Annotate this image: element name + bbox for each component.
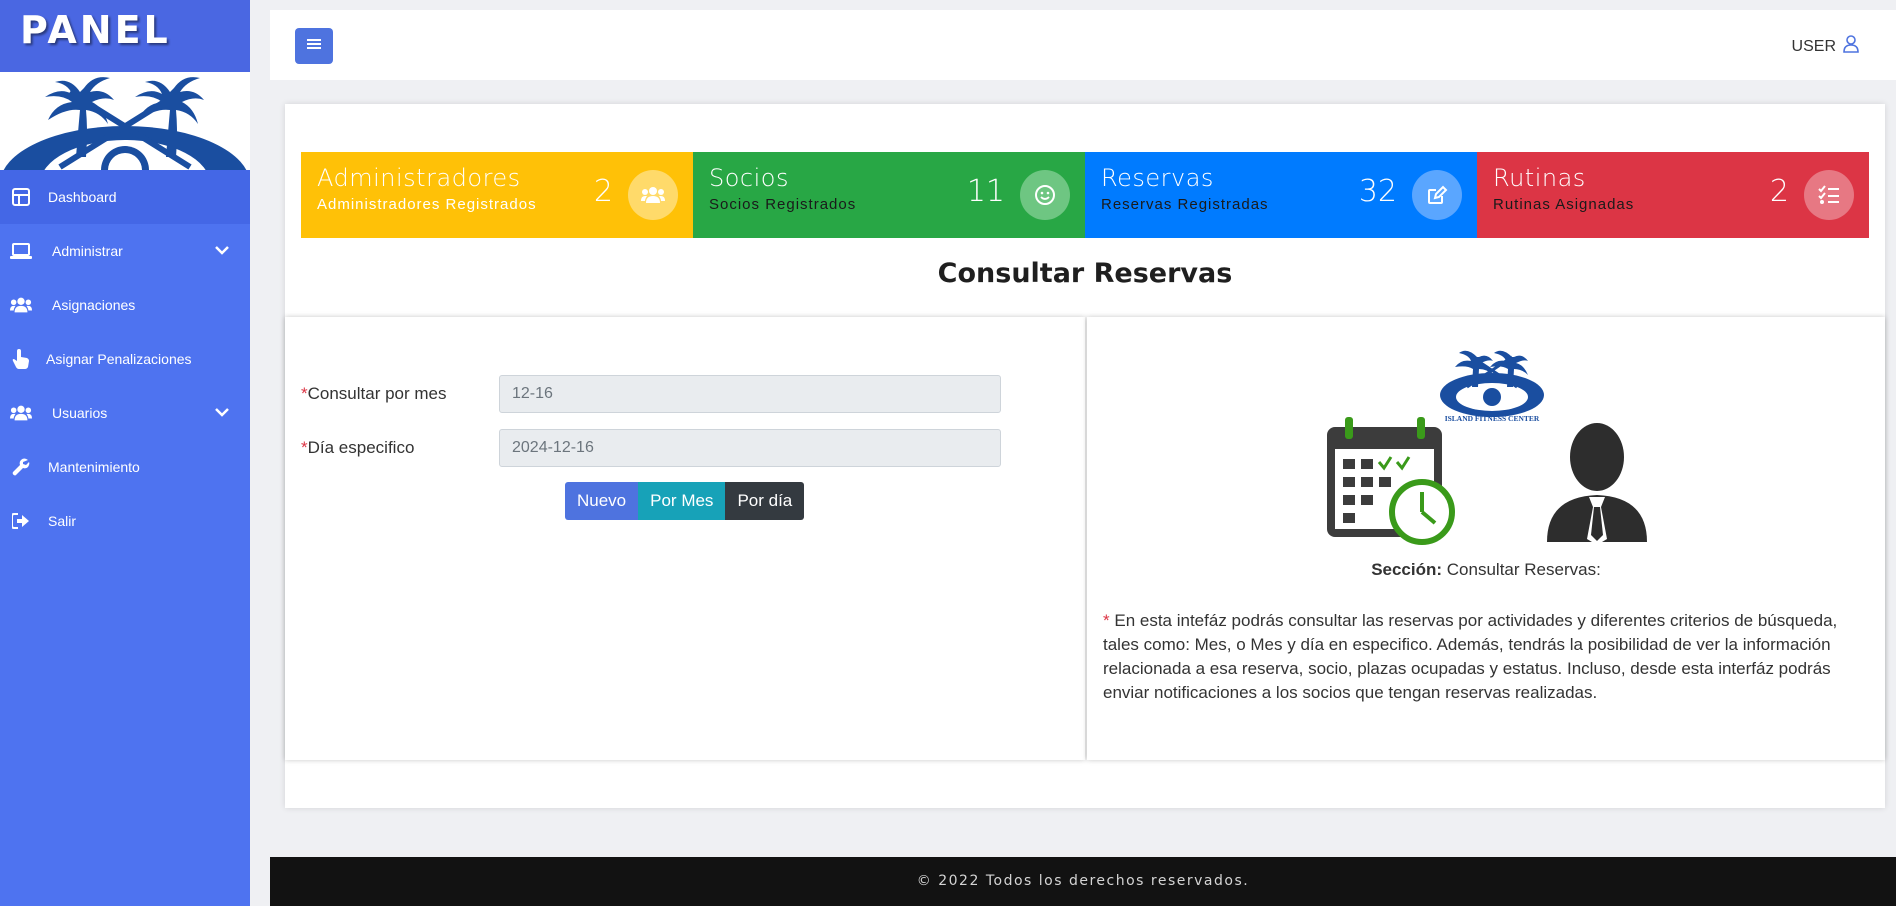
search-form-panel: *Consultar por mes *Día especifico Nuevo… [285, 317, 1085, 760]
stat-title: Socios [709, 164, 789, 192]
day-input[interactable] [499, 429, 1001, 467]
section-description: * En esta intefáz podrás consultar las r… [1103, 609, 1873, 705]
page-title: Consultar Reservas [937, 258, 1233, 289]
sidebar-item-asignaciones[interactable]: Asignaciones [0, 278, 250, 332]
chevron-down-icon [214, 242, 230, 258]
sidebar-item-label: Salir [48, 513, 77, 529]
laptop-icon [10, 240, 32, 262]
smile-icon [1020, 170, 1070, 220]
user-label: USER [1791, 37, 1836, 55]
chevron-down-icon [214, 404, 230, 420]
description-text: En esta intefáz podrás consultar las res… [1103, 611, 1838, 702]
required-mark: * [301, 384, 308, 403]
section-value: Consultar Reservas: [1446, 560, 1601, 579]
copyright-text: © 2022 Todos los derechos reservados. [916, 873, 1250, 889]
sidebar-item-usuarios[interactable]: Usuarios [0, 386, 250, 440]
sidebar-logo [0, 72, 250, 170]
stat-card-administradores: Administradores Administradores Registra… [301, 152, 693, 238]
person-icon [1547, 423, 1647, 545]
stats-row: Administradores Administradores Registra… [301, 152, 1869, 238]
gym-logo: ISLAND FITNESS CENTER [1437, 347, 1547, 425]
sidebar-item-label: Mantenimiento [48, 459, 140, 475]
stat-count: 32 [1358, 174, 1397, 209]
users-icon [10, 402, 32, 424]
stat-title: Administradores [317, 164, 521, 192]
month-label: *Consultar por mes [301, 384, 499, 404]
por-dia-button[interactable]: Por día [725, 482, 805, 520]
stat-subtitle: Socios Registrados [709, 196, 857, 213]
user-icon [1842, 35, 1860, 58]
stat-count: 2 [593, 174, 613, 209]
main-card: Administradores Administradores Registra… [285, 104, 1885, 808]
hand-pointer-icon [10, 348, 32, 370]
section-label: Sección: [1371, 560, 1443, 579]
sidebar-item-dashboard[interactable]: Dashboard [0, 170, 250, 224]
user-menu[interactable]: USER [1792, 35, 1860, 58]
stat-subtitle: Reservas Registradas [1101, 196, 1269, 213]
day-row: *Día especifico [301, 429, 1001, 467]
users-icon [628, 170, 678, 220]
sidebar-item-label: Administrar [52, 243, 123, 259]
wrench-icon [10, 456, 32, 478]
menu-toggle-button[interactable] [295, 28, 333, 64]
sidebar-item-mantenimiento[interactable]: Mantenimiento [0, 440, 250, 494]
section-caption: Sección: Consultar Reservas: [1087, 560, 1885, 580]
month-input[interactable] [499, 375, 1001, 413]
stat-subtitle: Administradores Registrados [317, 196, 537, 213]
stat-card-reservas: Reservas Reservas Registradas 32 [1085, 152, 1477, 238]
calendar-icon [1327, 417, 1455, 545]
stat-count: 2 [1769, 174, 1789, 209]
stat-card-rutinas: Rutinas Rutinas Asignadas 2 [1477, 152, 1869, 238]
reservations-illustration: ISLAND FITNESS CENTER [1317, 347, 1647, 547]
dashboard-icon [10, 186, 32, 208]
list-check-icon [1804, 170, 1854, 220]
sidebar-item-label: Asignaciones [52, 297, 136, 313]
sidebar-item-label: Asignar Penalizaciones [46, 351, 192, 367]
day-label-text: Día especifico [307, 438, 415, 457]
stat-card-socios: Socios Socios Registrados 11 [693, 152, 1085, 238]
action-button-group: Nuevo Por Mes Por día [565, 482, 805, 520]
sidebar-item-asignar-penalizaciones[interactable]: Asignar Penalizaciones [0, 332, 250, 386]
topbar: USER [270, 10, 1896, 80]
info-panel: ISLAND FITNESS CENTER Sección: Consultar… [1087, 317, 1885, 760]
sidebar-item-administrar[interactable]: Administrar [0, 224, 250, 278]
month-label-text: Consultar por mes [307, 384, 447, 403]
sidebar-item-label: Dashboard [48, 189, 117, 205]
users-icon [10, 294, 32, 316]
sidebar-nav: Dashboard Administrar Asignaciones Asign… [0, 170, 250, 548]
nuevo-button[interactable]: Nuevo [565, 482, 639, 520]
day-label: *Día especifico [301, 438, 499, 458]
sign-out-icon [10, 510, 32, 532]
hamburger-icon [307, 37, 321, 55]
sidebar: PANEL Dashboard Administrar Asignaciones… [0, 0, 250, 906]
sidebar-item-salir[interactable]: Salir [0, 494, 250, 548]
brand: PANEL [0, 0, 250, 72]
stat-title: Rutinas [1493, 164, 1586, 192]
footer: © 2022 Todos los derechos reservados. [270, 857, 1896, 906]
bullet-mark: * [1103, 611, 1110, 630]
edit-icon [1412, 170, 1462, 220]
required-mark: * [301, 438, 308, 457]
stat-count: 11 [966, 174, 1005, 209]
por-mes-button[interactable]: Por Mes [638, 482, 726, 520]
sidebar-item-label: Usuarios [52, 405, 108, 421]
brand-title: PANEL [20, 8, 171, 52]
stat-subtitle: Rutinas Asignadas [1493, 196, 1635, 213]
month-row: *Consultar por mes [301, 375, 1001, 413]
stat-title: Reservas [1101, 164, 1214, 192]
svg-text:ISLAND FITNESS CENTER: ISLAND FITNESS CENTER [1445, 414, 1540, 423]
